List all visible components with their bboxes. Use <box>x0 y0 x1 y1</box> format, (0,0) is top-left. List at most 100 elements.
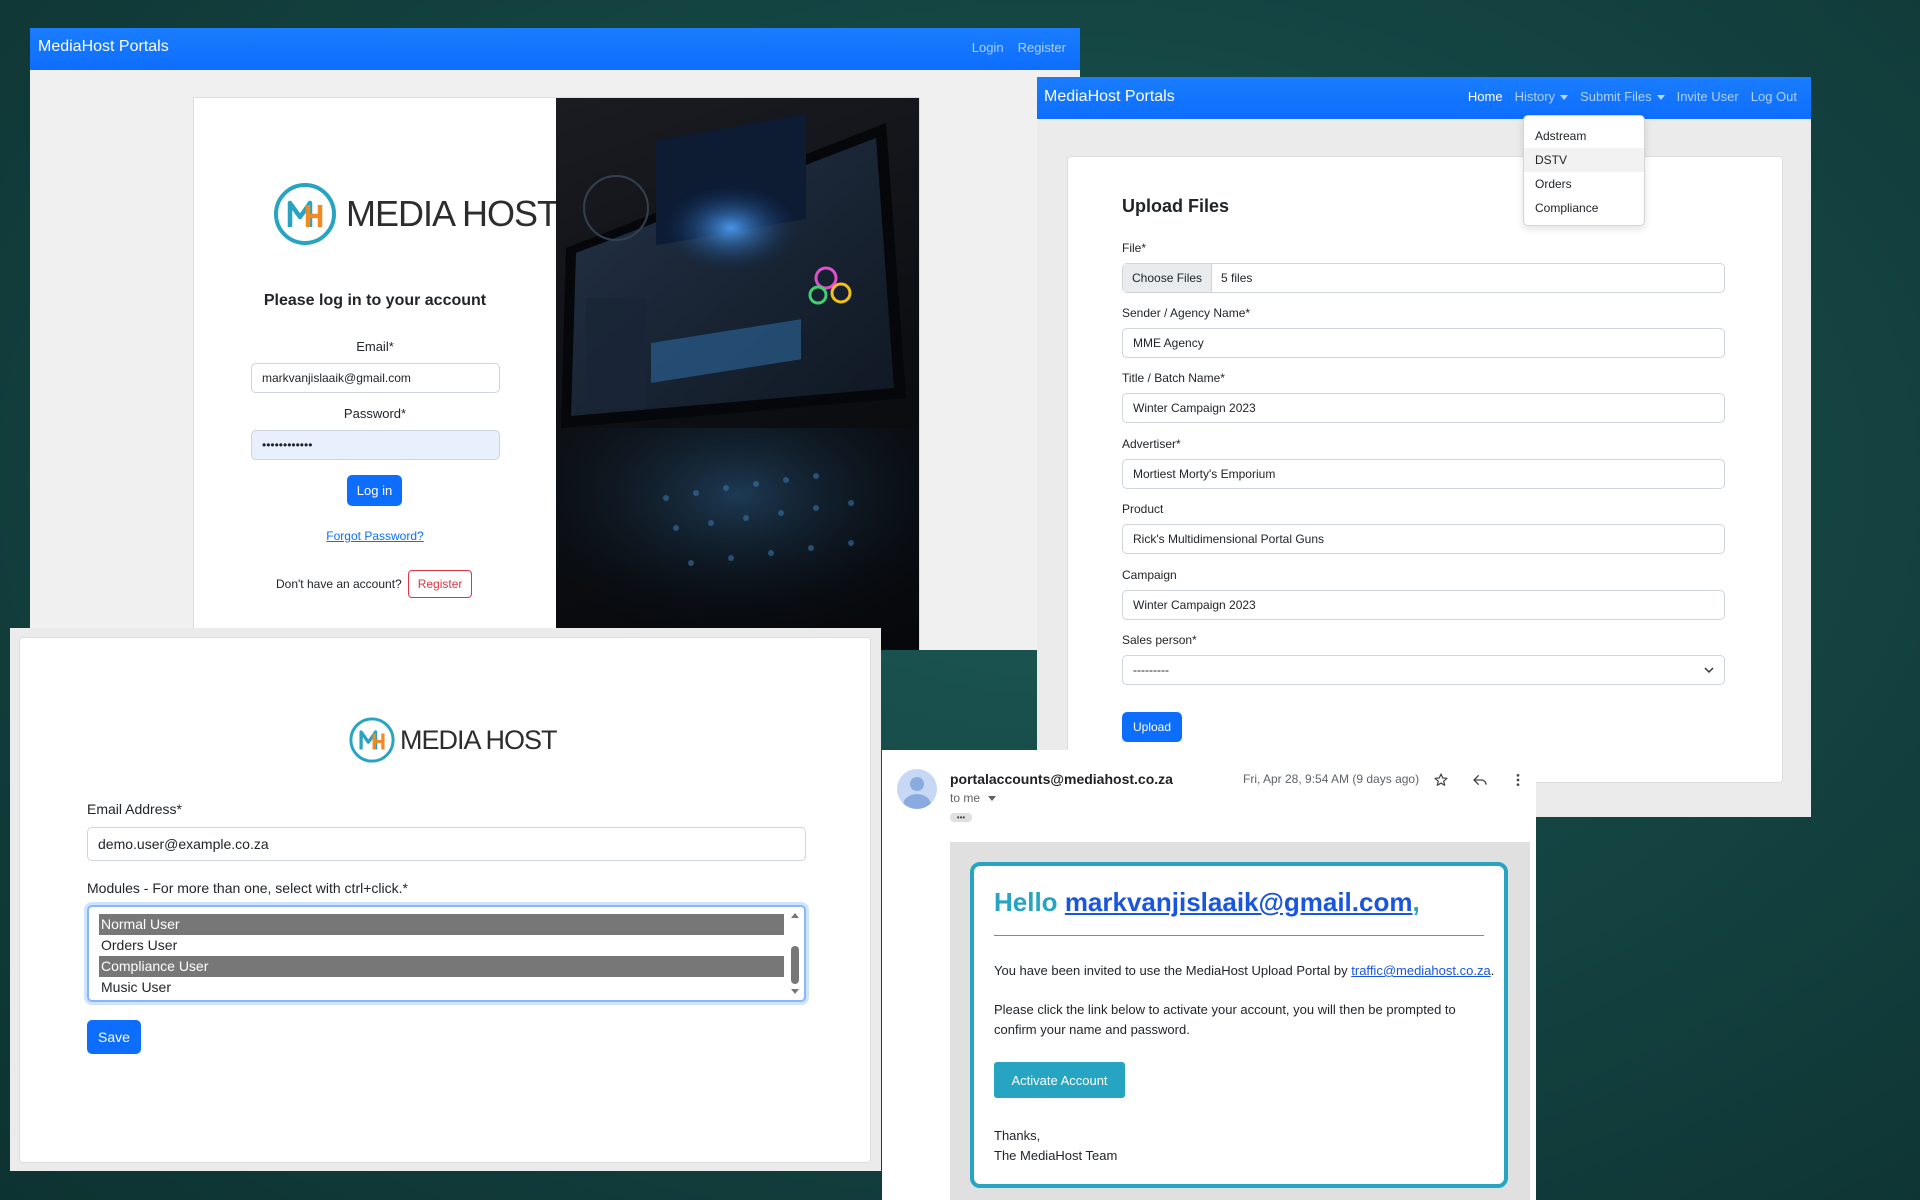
scroll-down-arrow-icon[interactable] <box>790 988 800 996</box>
scroll-up-arrow-icon[interactable] <box>790 911 800 919</box>
title-label: Title / Batch Name* <box>1122 371 1225 385</box>
sales-person-label: Sales person* <box>1122 633 1197 647</box>
sender-avatar[interactable] <box>897 769 937 809</box>
greeting-divider <box>994 935 1484 936</box>
mediahost-logo: MEDIA HOST <box>272 181 559 247</box>
instructions-line-1: Please click the link below to activate … <box>994 1002 1456 1017</box>
modules-scrollbar[interactable] <box>790 911 800 996</box>
forgot-password-link[interactable]: Forgot Password? <box>194 529 556 543</box>
recipient-text: to me <box>950 791 981 805</box>
module-option-normal-user[interactable]: Normal User <box>99 914 784 935</box>
product-field[interactable]: Rick's Multidimensional Portal Guns <box>1122 524 1725 554</box>
file-label: File* <box>1122 241 1147 255</box>
login-heading: Please log in to your account <box>263 292 487 309</box>
register-button[interactable]: Register <box>407 570 473 598</box>
module-option-orders-user[interactable]: Orders User <box>99 935 784 956</box>
traffic-email-link[interactable]: traffic@mediahost.co.za <box>1351 963 1490 978</box>
upload-title: Upload Files <box>1122 196 1230 216</box>
modules-multiselect[interactable]: Normal User Orders User Compliance User … <box>87 905 806 1002</box>
file-input[interactable]: Choose Files 5 files <box>1122 263 1725 293</box>
upload-button[interactable]: Upload <box>1122 712 1182 742</box>
reply-icon[interactable] <box>1472 772 1488 788</box>
navbar: MediaHost Portals Login Register <box>30 28 1080 70</box>
nav-invite-user-link[interactable]: Invite User <box>1677 89 1739 104</box>
files-selected-text: 5 files <box>1221 271 1253 285</box>
sales-person-value: --------- <box>1133 663 1169 677</box>
nav-history-dropdown[interactable]: History <box>1514 89 1569 104</box>
email-greeting: Hello markvanjislaaik@gmail.com, <box>994 887 1420 918</box>
mediahost-logo-icon <box>274 183 336 245</box>
login-window: MediaHost Portals Login Register MEDIA H… <box>30 28 1080 650</box>
upload-card: Upload Files File* Choose Files 5 files … <box>1067 156 1783 783</box>
password-field[interactable]: •••••••••••• <box>251 430 500 460</box>
campaign-label: Campaign <box>1122 568 1177 582</box>
greeting-email-link[interactable]: markvanjislaaik@gmail.com <box>1065 887 1413 917</box>
invite-paragraph: You have been invited to use the MediaHo… <box>994 963 1494 978</box>
title-field[interactable]: Winter Campaign 2023 <box>1122 393 1725 423</box>
upload-window: MediaHost Portals Home History Submit Fi… <box>1037 77 1811 817</box>
trimmed-content-toggle[interactable]: ••• <box>950 813 972 822</box>
sender-label: Sender / Agency Name* <box>1122 306 1251 320</box>
star-icon[interactable] <box>1433 772 1449 788</box>
mediahost-logo-text: MEDIA HOST <box>400 724 558 755</box>
module-option-music-user[interactable]: Music User <box>99 977 784 998</box>
greeting-comma: , <box>1412 887 1420 917</box>
dropdown-item-adstream[interactable]: Adstream <box>1524 124 1644 148</box>
user-avatar-icon <box>903 777 931 809</box>
advertiser-field[interactable]: Mortiest Morty's Emporium <box>1122 459 1725 489</box>
nav-history-label: History <box>1514 89 1556 104</box>
nav-submit-files-label: Submit Files <box>1580 89 1652 104</box>
login-card: MEDIA HOST Please log in to your account… <box>193 97 920 650</box>
nav-register-link[interactable]: Register <box>1018 40 1066 55</box>
nav-login-link[interactable]: Login <box>972 40 1004 55</box>
chevron-down-icon <box>1560 95 1569 101</box>
nav-log-out-link[interactable]: Log Out <box>1751 89 1797 104</box>
invite-card: MEDIA HOST Email Address* demo.user@exam… <box>19 637 871 1163</box>
product-label: Product <box>1122 502 1164 516</box>
signoff-team: The MediaHost Team <box>994 1148 1118 1163</box>
invite-text-end: . <box>1490 963 1495 978</box>
invite-window: MEDIA HOST Email Address* demo.user@exam… <box>10 628 881 1171</box>
choose-files-button[interactable]: Choose Files <box>1123 264 1213 292</box>
password-label: Password* <box>343 406 407 421</box>
nav-submit-files-dropdown[interactable]: Submit Files <box>1580 89 1665 104</box>
email-date: Fri, Apr 28, 9:54 AM (9 days ago) <box>1243 772 1420 786</box>
campaign-field[interactable]: Winter Campaign 2023 <box>1122 590 1725 620</box>
history-dropdown-menu: Adstream DSTV Orders Compliance <box>1523 115 1645 226</box>
chevron-down-icon <box>988 796 997 802</box>
activate-account-button[interactable]: Activate Account <box>994 1062 1125 1098</box>
mediahost-logo: MEDIA HOST <box>348 716 558 764</box>
mediahost-logo-icon <box>349 717 395 763</box>
activation-instructions: Please click the link below to activate … <box>994 1000 1456 1040</box>
email-signoff: Thanks, The MediaHost Team <box>994 1126 1117 1166</box>
module-option-compliance-user[interactable]: Compliance User <box>99 956 784 977</box>
advertiser-label: Advertiser* <box>1122 437 1181 451</box>
sales-person-select[interactable]: --------- <box>1122 655 1725 685</box>
email-sender: portalaccounts@mediahost.co.za <box>950 771 1173 787</box>
email-address-field[interactable]: demo.user@example.co.za <box>87 827 806 861</box>
dropdown-item-orders[interactable]: Orders <box>1524 172 1644 196</box>
modules-label: Modules - For more than one, select with… <box>87 880 408 896</box>
dropdown-item-dstv[interactable]: DSTV <box>1524 148 1644 172</box>
email-address-label: Email Address* <box>87 801 182 817</box>
nav-home-link[interactable]: Home <box>1468 89 1503 104</box>
sender-field[interactable]: MME Agency <box>1122 328 1725 358</box>
signoff-thanks: Thanks, <box>994 1128 1041 1143</box>
mediahost-logo-text: MEDIA HOST <box>346 193 559 234</box>
login-button[interactable]: Log in <box>347 475 402 506</box>
email-body-frame: Hello markvanjislaaik@gmail.com, You hav… <box>950 842 1530 1200</box>
instructions-line-2: confirm your name and password. <box>994 1022 1190 1037</box>
invite-text: You have been invited to use the MediaHo… <box>994 963 1348 978</box>
scrollbar-thumb[interactable] <box>791 946 799 984</box>
navbar-brand[interactable]: MediaHost Portals <box>1044 88 1175 106</box>
email-window: portalaccounts@mediahost.co.za Fri, Apr … <box>882 750 1536 1200</box>
no-account-text: Don't have an account? <box>276 577 402 591</box>
dropdown-item-compliance[interactable]: Compliance <box>1524 196 1644 220</box>
email-field[interactable]: markvanjislaaik@gmail.com <box>251 363 500 393</box>
more-vert-icon[interactable] <box>1510 772 1526 788</box>
navbar-brand[interactable]: MediaHost Portals <box>38 38 169 56</box>
chevron-down-icon <box>1704 666 1714 673</box>
email-recipient[interactable]: to me <box>950 791 997 805</box>
save-button[interactable]: Save <box>87 1020 141 1054</box>
email-label: Email* <box>356 339 394 354</box>
